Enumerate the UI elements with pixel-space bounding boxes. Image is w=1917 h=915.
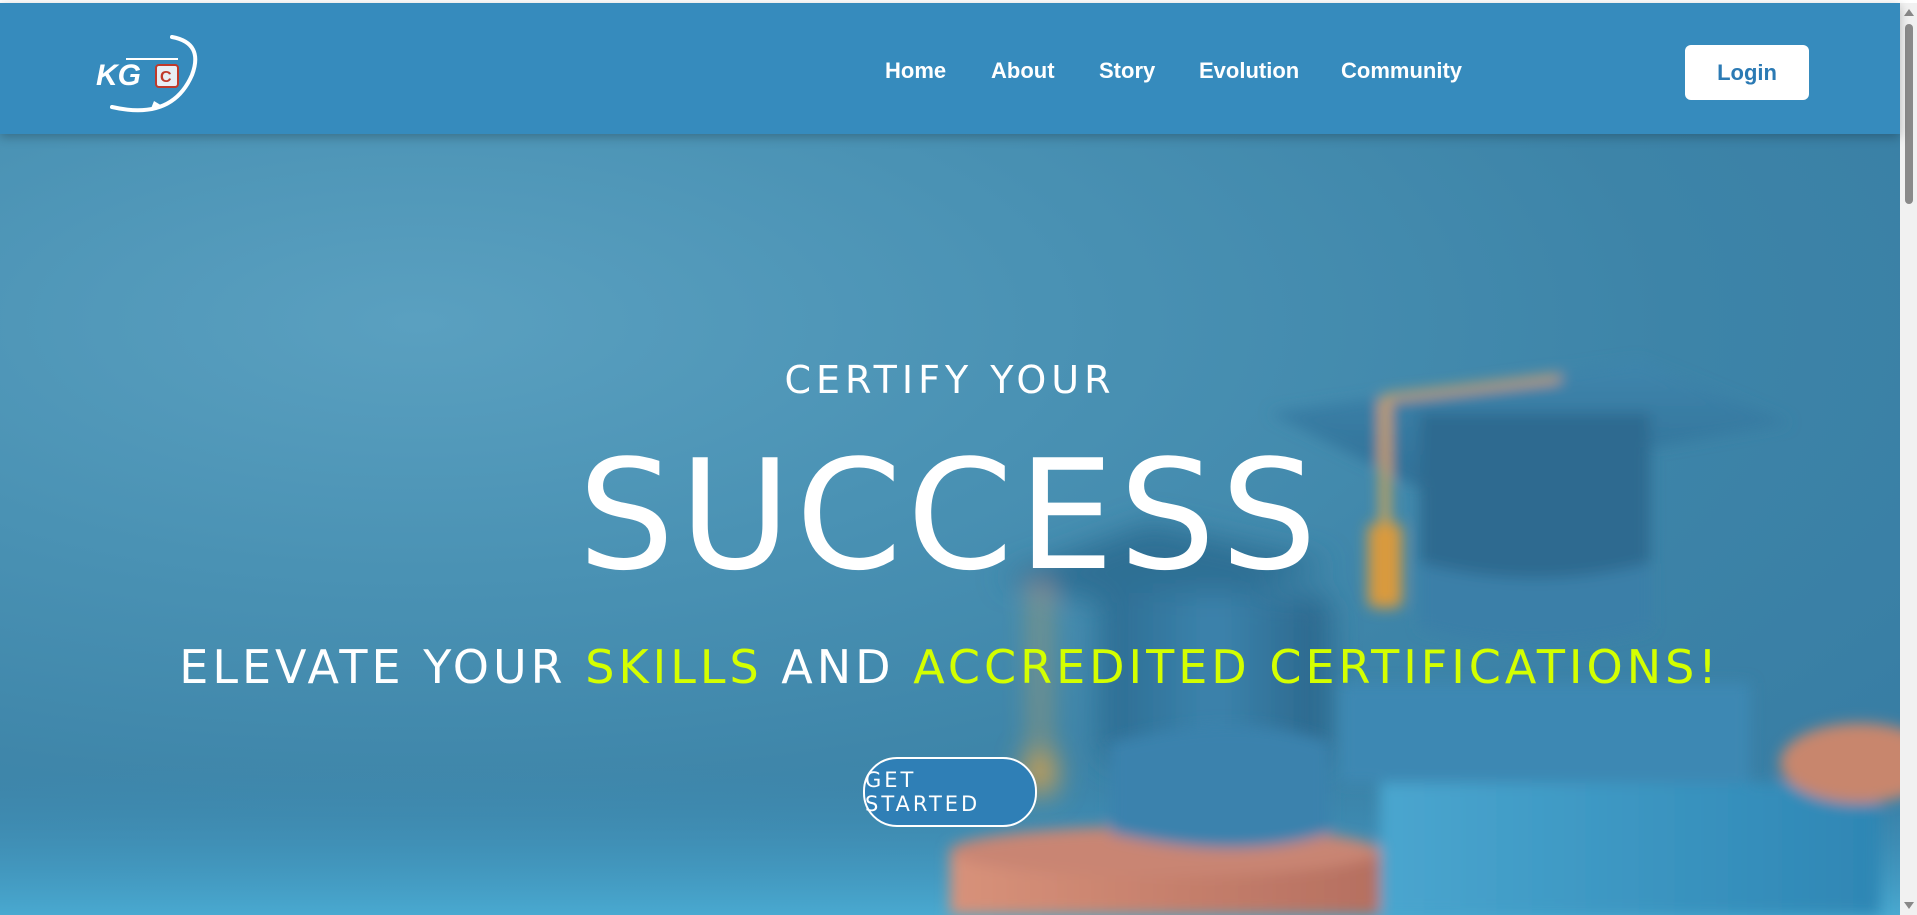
top-navbar: KG C Home About Story Evolution Communit… — [0, 3, 1900, 134]
login-button[interactable]: Login — [1685, 45, 1809, 100]
hero-title: SUCCESS — [577, 427, 1322, 604]
get-started-button[interactable]: GET STARTED — [863, 757, 1037, 827]
vertical-scrollbar[interactable] — [1900, 3, 1917, 915]
nav-home-link[interactable]: Home — [885, 58, 946, 84]
tagline-highlight-certifications: ACCREDITED CERTIFICATIONS! — [913, 640, 1721, 694]
hero-tagline: ELEVATE YOUR SKILLS AND ACCREDITED CERTI… — [0, 640, 1900, 694]
scroll-up-arrow[interactable] — [1904, 9, 1914, 16]
tagline-part-3: AND — [762, 640, 914, 694]
svg-text:C: C — [160, 69, 172, 86]
svg-text:KG: KG — [96, 59, 141, 92]
tagline-part-1: ELEVATE YOUR — [179, 640, 586, 694]
hero-subtitle: CERTIFY YOUR — [784, 358, 1116, 402]
nav-community-link[interactable]: Community — [1341, 58, 1462, 84]
scrollbar-thumb[interactable] — [1905, 24, 1913, 204]
nav-about-link[interactable]: About — [991, 58, 1055, 84]
nav-evolution-link[interactable]: Evolution — [1199, 58, 1299, 84]
scroll-down-arrow[interactable] — [1904, 902, 1914, 909]
kgc-logo[interactable]: KG C — [92, 29, 204, 115]
nav-story-link[interactable]: Story — [1099, 58, 1155, 84]
tagline-highlight-skills: SKILLS — [585, 640, 763, 694]
